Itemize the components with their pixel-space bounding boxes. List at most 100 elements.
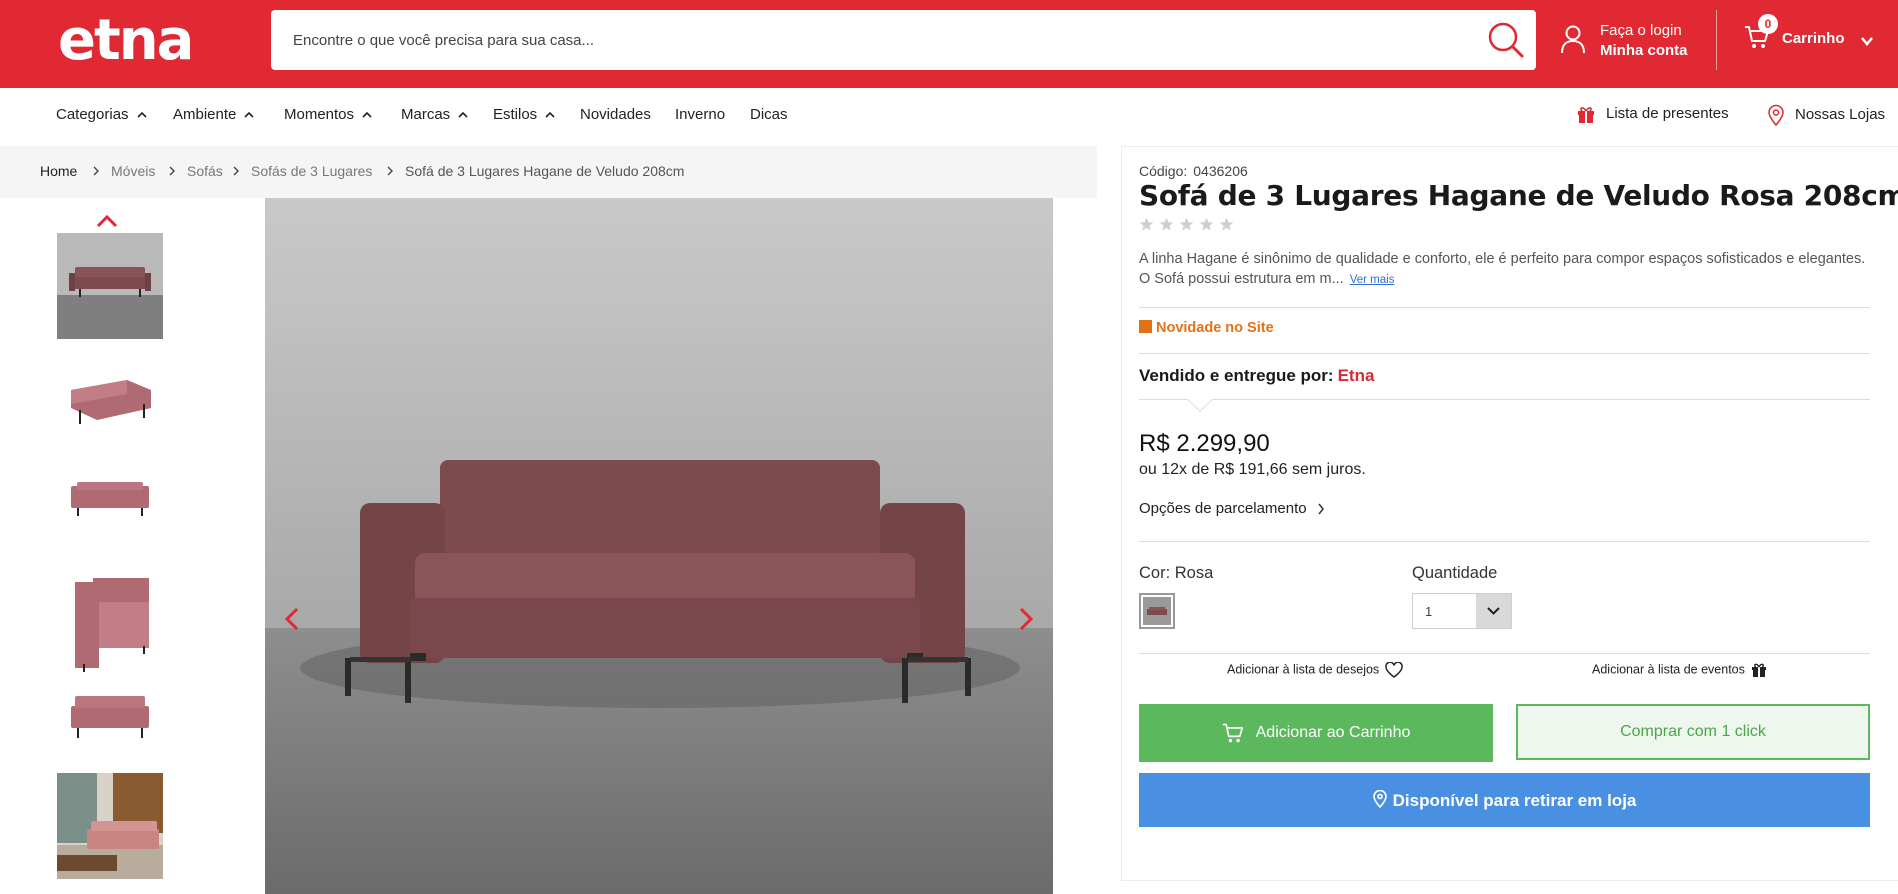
chevron-up-icon	[362, 111, 372, 118]
heart-icon	[1385, 661, 1403, 678]
store-pickup-label: Disponível para retirar em loja	[1392, 790, 1637, 810]
nav-item-label: Categorias	[56, 106, 129, 123]
quantity-label: Quantidade	[1412, 564, 1498, 582]
divider	[1139, 399, 1870, 400]
see-more-link[interactable]: Ver mais	[1350, 274, 1395, 286]
stores-label: Nossas Lojas	[1795, 105, 1886, 123]
image-prev-arrow-icon[interactable]	[282, 606, 302, 632]
star-icon	[1199, 217, 1214, 231]
chevron-down-icon	[1861, 37, 1873, 46]
location-pin-icon	[1372, 789, 1387, 808]
color-swatch-rosa[interactable]	[1139, 593, 1175, 629]
breadcrumb-sofas[interactable]: Sofás	[187, 163, 223, 179]
rating-stars[interactable]	[1139, 217, 1239, 237]
nav-item-momentos[interactable]: Momentos	[284, 106, 372, 123]
add-to-cart-button[interactable]: Adicionar ao Carrinho	[1139, 704, 1493, 762]
star-icon	[1179, 217, 1194, 231]
quantity-dropdown-button[interactable]	[1476, 594, 1511, 628]
new-badge-label: Novidade no Site	[1156, 320, 1274, 336]
search-icon[interactable]	[1486, 20, 1526, 60]
seller-label: Vendido e entregue por:	[1139, 366, 1334, 385]
nav-item-label: Estilos	[493, 106, 538, 123]
installment-options-label: Opções de parcelamento	[1139, 500, 1307, 517]
product-thumbnail-1[interactable]	[57, 233, 163, 339]
divider	[1139, 307, 1870, 308]
nav-item-inverno[interactable]: Inverno	[675, 106, 725, 123]
gift-icon	[1751, 663, 1766, 677]
search-box	[271, 10, 1536, 70]
quantity-select[interactable]: 1	[1412, 593, 1512, 629]
product-thumbnail-6[interactable]	[57, 773, 163, 879]
events-list-label: Adicionar à lista de eventos	[1592, 662, 1745, 677]
product-code: Código: 0436206	[1139, 163, 1248, 179]
product-thumbnail-5[interactable]	[57, 676, 163, 782]
chevron-down-icon	[1487, 607, 1500, 615]
add-to-cart-label: Adicionar ao Carrinho	[1255, 724, 1411, 742]
seller-name[interactable]: Etna	[1338, 366, 1375, 385]
header-divider	[1716, 10, 1717, 70]
star-icon	[1219, 217, 1234, 231]
divider	[1139, 353, 1870, 354]
add-to-wishlist-link[interactable]: Adicionar à lista de desejos	[1227, 661, 1403, 678]
add-to-events-list-link[interactable]: Adicionar à lista de eventos	[1592, 662, 1767, 678]
nav-item-label: Dicas	[750, 106, 788, 123]
product-thumbnail-3[interactable]	[57, 456, 163, 562]
wishlist-label: Adicionar à lista de desejos	[1227, 662, 1380, 677]
breadcrumb: Home Móveis Sofás Sofás de 3 Lugares Sof…	[0, 146, 1097, 198]
installments-text: ou 12x de R$ 191,66 sem juros.	[1139, 461, 1366, 478]
product-thumbnail-2[interactable]	[57, 350, 163, 456]
location-pin-icon	[1768, 104, 1784, 127]
star-icon	[1159, 217, 1174, 231]
main-nav: Categorias Ambiente Momentos Marcas Esti…	[0, 88, 1898, 144]
product-description: A linha Hagane é sinônimo de qualidade e…	[1139, 250, 1879, 290]
breadcrumb-current: Sofá de 3 Lugares Hagane de Veludo 208cm	[405, 163, 685, 179]
login-text: Faça o login	[1600, 22, 1682, 39]
image-next-arrow-icon[interactable]	[1016, 606, 1036, 632]
chevron-up-icon	[136, 111, 147, 118]
quantity-value: 1	[1425, 604, 1433, 619]
store-pickup-button[interactable]: Disponível para retirar em loja	[1139, 773, 1870, 827]
nav-item-dicas[interactable]: Dicas	[750, 106, 788, 123]
product-title: Sofá de 3 Lugares Hagane de Veludo Rosa …	[1139, 179, 1898, 212]
search-input[interactable]	[293, 10, 1443, 70]
cart-label: Carrinho	[1782, 30, 1845, 47]
new-on-site-badge: Novidade no Site	[1139, 320, 1274, 336]
buy-one-click-button[interactable]: Comprar com 1 click	[1516, 704, 1870, 760]
product-thumbnail-4[interactable]	[57, 568, 163, 674]
chevron-right-icon	[169, 166, 175, 176]
nav-item-label: Ambiente	[173, 106, 237, 123]
nav-item-estilos[interactable]: Estilos	[493, 106, 555, 123]
chevron-right-icon	[387, 166, 393, 176]
stores-link[interactable]: Nossas Lojas	[1767, 104, 1886, 127]
gift-list-label: Lista de presentes	[1606, 104, 1729, 122]
product-code-label: Código:	[1139, 163, 1188, 179]
user-icon	[1561, 25, 1585, 54]
nav-item-marcas[interactable]: Marcas	[401, 106, 468, 123]
cart-count-badge: 0	[1758, 14, 1778, 34]
nav-item-ambiente[interactable]: Ambiente	[173, 106, 254, 123]
breadcrumb-moveis[interactable]: Móveis	[111, 163, 155, 179]
nav-item-categorias[interactable]: Categorias	[56, 106, 147, 123]
divider	[1139, 541, 1870, 542]
chevron-up-icon	[545, 111, 555, 118]
breadcrumb-sofas-3-lugares[interactable]: Sofás de 3 Lugares	[251, 163, 372, 179]
nav-item-label: Marcas	[401, 106, 451, 123]
product-code-value: 0436206	[1193, 163, 1248, 179]
color-label: Cor: Rosa	[1139, 564, 1214, 582]
divider	[1139, 653, 1870, 654]
chevron-up-icon	[244, 111, 254, 118]
thumbnails-up-arrow-icon[interactable]	[96, 214, 118, 228]
cart-icon	[1222, 723, 1243, 743]
gift-list-link[interactable]: Lista de presentes	[1576, 104, 1729, 124]
installment-options-link[interactable]: Opções de parcelamento	[1139, 500, 1325, 517]
gift-icon	[1578, 107, 1594, 123]
nav-item-label: Novidades	[580, 106, 651, 123]
star-icon	[1139, 217, 1154, 231]
product-price: R$ 2.299,90	[1139, 430, 1270, 457]
site-header: etna Faça o login Minha conta 0 Carrinho	[0, 0, 1898, 88]
etna-logo[interactable]: etna	[58, 10, 213, 72]
my-account-text: Minha conta	[1600, 42, 1688, 59]
nav-item-novidades[interactable]: Novidades	[580, 106, 651, 123]
chevron-up-icon	[458, 111, 468, 118]
breadcrumb-home[interactable]: Home	[40, 163, 77, 179]
